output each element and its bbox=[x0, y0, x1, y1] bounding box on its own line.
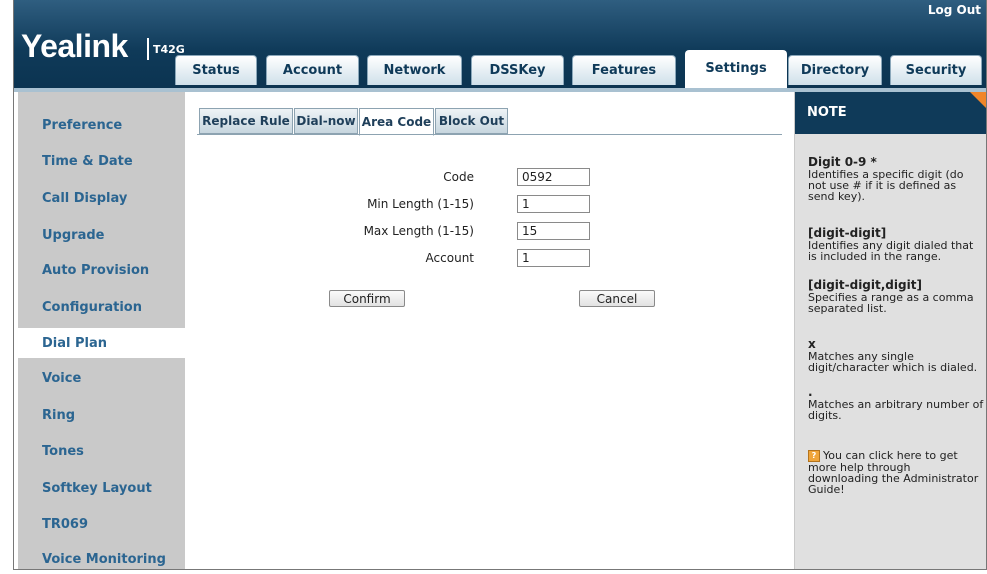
note-panel: NOTE Digit 0-9 * Identifies a specific d… bbox=[794, 92, 987, 570]
max-length-input[interactable] bbox=[517, 222, 590, 240]
sidebar-item-preference[interactable]: Preference bbox=[18, 110, 185, 140]
confirm-button[interactable]: Confirm bbox=[329, 290, 405, 307]
subtab-block-out[interactable]: Block Out bbox=[435, 108, 508, 134]
tab-account[interactable]: Account bbox=[266, 55, 359, 85]
subtab-underline bbox=[197, 134, 782, 135]
main-content: Replace Rule Dial-now Area Code Block Ou… bbox=[185, 92, 794, 570]
subtab-dial-now[interactable]: Dial-now bbox=[294, 108, 358, 134]
sidebar-item-softkey-layout[interactable]: Softkey Layout bbox=[18, 473, 185, 503]
subtab-replace-rule[interactable]: Replace Rule bbox=[199, 108, 293, 134]
logo-separator bbox=[147, 38, 149, 60]
tab-directory[interactable]: Directory bbox=[788, 55, 882, 85]
code-label: Code bbox=[443, 170, 474, 184]
tab-network[interactable]: Network bbox=[367, 55, 462, 85]
sidebar-item-configuration[interactable]: Configuration bbox=[18, 292, 185, 322]
code-input[interactable] bbox=[517, 168, 590, 186]
sidebar: Preference Time & Date Call Display Upgr… bbox=[18, 92, 185, 570]
note-block-range: [digit-digit] Identifies any digit diale… bbox=[808, 227, 984, 263]
note-block-list: [digit-digit,digit] Specifies a range as… bbox=[808, 279, 984, 315]
tab-status[interactable]: Status bbox=[175, 55, 257, 85]
tab-settings[interactable]: Settings bbox=[685, 50, 787, 92]
note-title: NOTE bbox=[807, 105, 847, 120]
sidebar-item-time-date[interactable]: Time & Date bbox=[18, 146, 185, 176]
note-block-x: x Matches any single digit/character whi… bbox=[808, 338, 984, 374]
sidebar-item-voice[interactable]: Voice bbox=[18, 363, 185, 393]
subtab-area-code[interactable]: Area Code bbox=[359, 108, 434, 136]
app-frame: Log Out Yealink T42G Status Account Netw… bbox=[13, 0, 987, 570]
tab-security[interactable]: Security bbox=[890, 55, 982, 85]
cancel-button[interactable]: Cancel bbox=[579, 290, 655, 307]
sidebar-item-dial-plan[interactable]: Dial Plan bbox=[18, 328, 185, 358]
note-header: NOTE bbox=[795, 92, 987, 134]
help-text[interactable]: You can click here to get more help thro… bbox=[808, 449, 978, 496]
sidebar-item-upgrade[interactable]: Upgrade bbox=[18, 220, 185, 250]
min-length-input[interactable] bbox=[517, 195, 590, 213]
max-length-label: Max Length (1-15) bbox=[363, 224, 474, 238]
account-input[interactable] bbox=[517, 249, 590, 267]
sidebar-item-tones[interactable]: Tones bbox=[18, 436, 185, 466]
sidebar-item-ring[interactable]: Ring bbox=[18, 400, 185, 430]
note-text: Specifies a range as a comma separated l… bbox=[808, 291, 974, 315]
logout-link[interactable]: Log Out bbox=[928, 3, 981, 17]
note-text: Matches any single digit/character which… bbox=[808, 350, 978, 374]
tab-dsskey[interactable]: DSSKey bbox=[471, 55, 564, 85]
header-bar: Log Out Yealink T42G Status Account Netw… bbox=[13, 0, 987, 92]
min-length-label: Min Length (1-15) bbox=[367, 197, 474, 211]
note-text: Matches an arbitrary number of digits. bbox=[808, 398, 984, 422]
note-corner-flag bbox=[970, 92, 987, 110]
account-label: Account bbox=[425, 251, 474, 265]
yealink-logo: Yealink bbox=[21, 28, 128, 64]
sidebar-item-tr069[interactable]: TR069 bbox=[18, 509, 185, 539]
sidebar-item-auto-provision[interactable]: Auto Provision bbox=[18, 255, 185, 285]
tab-features[interactable]: Features bbox=[572, 55, 676, 85]
note-text: Identifies any digit dialed that is incl… bbox=[808, 239, 974, 263]
note-text: Identifies a specific digit (do not use … bbox=[808, 168, 964, 203]
note-help[interactable]: ? You can click here to get more help thr… bbox=[808, 450, 984, 495]
sidebar-item-call-display[interactable]: Call Display bbox=[18, 183, 185, 213]
note-block-dot: . Matches an arbitrary number of digits. bbox=[808, 386, 984, 422]
note-block-digit: Digit 0-9 * Identifies a specific digit … bbox=[808, 156, 984, 203]
